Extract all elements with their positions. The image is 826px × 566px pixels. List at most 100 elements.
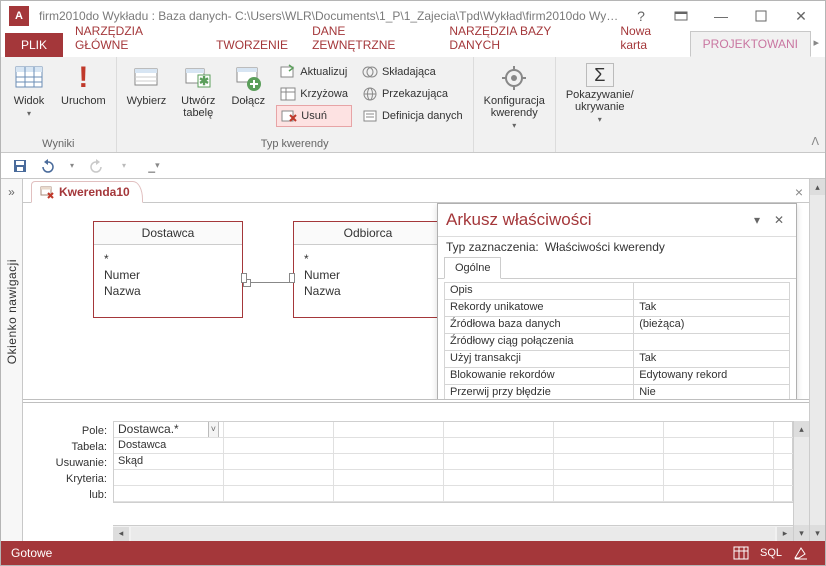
scroll-right-button[interactable]: ▸	[777, 527, 793, 541]
cell-empty[interactable]	[224, 422, 334, 438]
doc-tab-kwerenda10[interactable]: Kwerenda10	[31, 181, 143, 203]
view-button[interactable]: Widok ▾	[7, 61, 51, 120]
undo-menu-icon[interactable]: ▾	[63, 157, 81, 175]
vertical-scrollbar[interactable]: ▴ ▾	[793, 421, 809, 541]
undo-button[interactable]	[37, 157, 55, 175]
prop-row[interactable]: Blokowanie rekordówEdytowany rekord	[444, 367, 790, 385]
property-sheet-close-button[interactable]: ✕	[770, 211, 788, 229]
prop-row[interactable]: Źródłowa baza danych(bieżąca)	[444, 316, 790, 334]
group-show-hide-label	[598, 138, 601, 150]
run-icon: !	[68, 63, 98, 93]
svg-text:✱: ✱	[199, 74, 209, 88]
doc-tab-label: Kwerenda10	[59, 185, 130, 199]
ddl-button[interactable]: Definicja danych	[358, 105, 467, 127]
scroll-track[interactable]	[794, 437, 809, 525]
show-hide-button[interactable]: Σ Pokazywanie/ ukrywanie ▾	[562, 61, 638, 126]
cell-or-0[interactable]	[114, 486, 224, 502]
grid-columns[interactable]: Dostawca.*˅ Dostawca Skąd ◂	[113, 421, 793, 541]
make-table-button[interactable]: ✱ Utwórz tabelę	[176, 61, 220, 121]
qat-customize-icon[interactable]: _▾	[145, 157, 163, 175]
outer-vertical-scrollbar[interactable]: ▴ ▾	[809, 179, 825, 541]
run-button[interactable]: ! Uruchom	[57, 61, 110, 109]
expand-nav-icon: »	[8, 185, 15, 199]
scroll-down-button[interactable]: ▾	[794, 525, 809, 541]
collapse-ribbon-button[interactable]: ᐱ	[811, 135, 819, 148]
join-line[interactable]	[243, 277, 293, 287]
redo-menu-icon[interactable]: ▾	[115, 157, 133, 175]
property-sheet-dropdown-icon[interactable]: ▾	[748, 211, 766, 229]
field-numer[interactable]: Numer	[304, 267, 432, 283]
tab-database-tools[interactable]: NARZĘDZIA BAZY DANYCH	[437, 19, 608, 57]
table-dostawca[interactable]: Dostawca * Numer Nazwa	[93, 221, 243, 318]
ribbon: Widok ▾ ! Uruchom Wyniki Wybierz ✱ Utwór…	[1, 57, 825, 153]
prop-row[interactable]: Źródłowy ciąg połączenia	[444, 333, 790, 351]
cell-delete-0[interactable]: Skąd	[114, 454, 224, 470]
append-button[interactable]: Dołącz	[226, 61, 270, 109]
horizontal-scrollbar[interactable]: ◂ ▸	[113, 525, 793, 541]
cell-criteria-0[interactable]	[114, 470, 224, 486]
union-icon	[362, 64, 378, 80]
delete-button[interactable]: Usuń	[276, 105, 352, 127]
scroll-up-button[interactable]: ▴	[794, 421, 809, 437]
tab-design[interactable]: PROJEKTOWANI	[690, 31, 811, 57]
prop-row[interactable]: Rekordy unikatoweTak	[444, 299, 790, 317]
prop-row[interactable]: Przerwij przy błędzieNie	[444, 384, 790, 402]
field-numer[interactable]: Numer	[104, 267, 232, 283]
crosstab-button[interactable]: Krzyżowa	[276, 83, 352, 105]
save-button[interactable]	[11, 157, 29, 175]
grid-row-labels: Pole: Tabela: Usuwanie: Kryteria: lub:	[23, 421, 113, 541]
scroll-down-button[interactable]: ▾	[810, 525, 825, 541]
property-sheet-subtitle: Typ zaznaczenia: Właściwości kwerendy	[438, 237, 796, 257]
datasheet-view-icon	[14, 63, 44, 93]
close-button[interactable]: ✕	[781, 2, 821, 30]
gear-icon	[499, 63, 529, 93]
dropdown-icon[interactable]: ˅	[208, 422, 219, 438]
union-label: Składająca	[382, 66, 436, 78]
make-table-icon: ✱	[183, 63, 213, 93]
prop-row[interactable]: Limit czasu ODBC60	[444, 401, 790, 403]
make-table-label: Utwórz tabelę	[181, 95, 215, 119]
cell-table-0[interactable]: Dostawca	[114, 438, 224, 454]
field-nazwa[interactable]: Nazwa	[304, 283, 432, 299]
tab-home[interactable]: NARZĘDZIA GŁÓWNE	[63, 19, 204, 57]
cell-field-0[interactable]: Dostawca.*˅	[114, 422, 224, 438]
redo-button[interactable]	[89, 157, 107, 175]
table-dostawca-title: Dostawca	[94, 222, 242, 245]
field-star[interactable]: *	[104, 251, 232, 267]
datasheet-view-button[interactable]	[727, 543, 755, 563]
design-grid: Pole: Tabela: Usuwanie: Kryteria: lub: D…	[23, 421, 809, 541]
tab-file[interactable]: PLIK	[5, 33, 63, 57]
design-view-button[interactable]	[787, 543, 815, 563]
scroll-up-button[interactable]: ▴	[810, 179, 825, 195]
select-query-label: Wybierz	[127, 95, 167, 107]
close-doc-button[interactable]: ×	[795, 184, 803, 200]
status-text: Gotowe	[11, 546, 725, 560]
update-button[interactable]: Aktualizuj	[276, 61, 352, 83]
tab-custom[interactable]: Nowa karta	[608, 19, 689, 57]
scroll-track[interactable]	[131, 527, 775, 541]
tab-overflow-icon[interactable]: ▸	[813, 36, 819, 49]
field-nazwa[interactable]: Nazwa	[104, 283, 232, 299]
app-icon: A	[9, 6, 29, 26]
minimize-button[interactable]: —	[701, 2, 741, 30]
union-button[interactable]: Składająca	[358, 61, 467, 83]
passthrough-button[interactable]: Przekazująca	[358, 83, 467, 105]
group-show-hide: Σ Pokazywanie/ ukrywanie ▾	[556, 57, 644, 152]
passthrough-label: Przekazująca	[382, 88, 448, 100]
field-star[interactable]: *	[304, 251, 432, 267]
prop-row[interactable]: Użyj transakcjiTak	[444, 350, 790, 368]
property-tab-general[interactable]: Ogólne	[444, 257, 501, 279]
select-query-button[interactable]: Wybierz	[123, 61, 171, 109]
relationship-canvas[interactable]: Dostawca * Numer Nazwa Odbiorca * Numer …	[23, 203, 809, 403]
maximize-button[interactable]	[741, 2, 781, 30]
tab-external-data[interactable]: DANE ZEWNĘTRZNE	[300, 19, 437, 57]
prop-row[interactable]: Opis	[444, 282, 790, 300]
table-odbiorca[interactable]: Odbiorca * Numer Nazwa	[293, 221, 443, 318]
tab-create[interactable]: TWORZENIE	[204, 33, 300, 57]
scroll-left-button[interactable]: ◂	[113, 527, 129, 541]
nav-pane-collapsed[interactable]: » Okienko nawigacji	[1, 179, 23, 541]
sql-view-button[interactable]: SQL	[757, 543, 785, 563]
dropdown-icon: ▾	[512, 121, 516, 130]
query-setup-button[interactable]: Konfiguracja kwerendy ▾	[480, 61, 549, 132]
scroll-track[interactable]	[810, 195, 825, 525]
